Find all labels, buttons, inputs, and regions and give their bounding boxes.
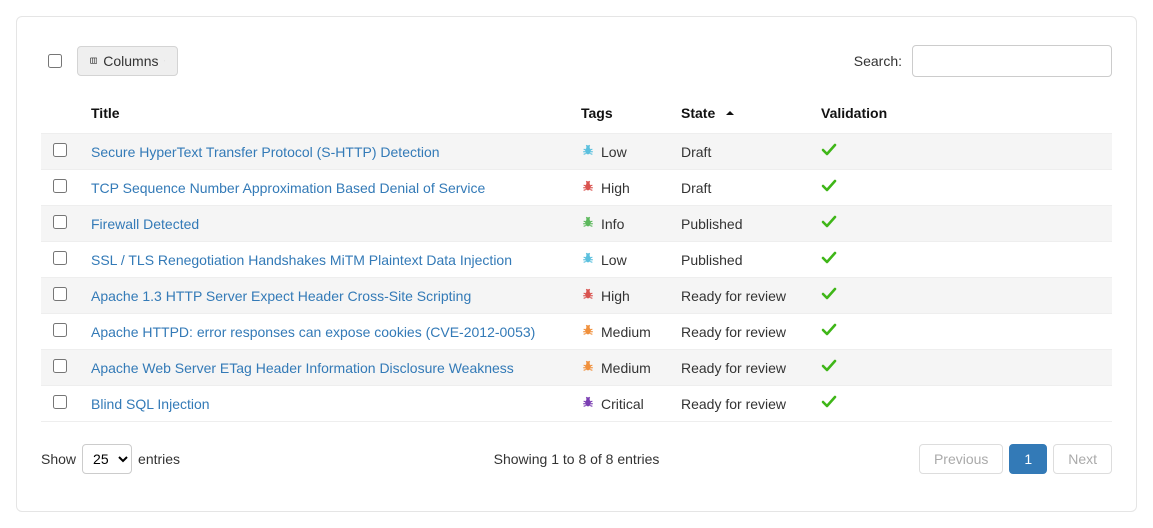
table-row: Apache 1.3 HTTP Server Expect Header Cro… — [41, 278, 1112, 314]
table-row: SSL / TLS Renegotiation Handshakes MiTM … — [41, 242, 1112, 278]
toolbar: Columns Search: — [41, 45, 1112, 77]
bug-icon — [581, 359, 595, 376]
check-icon — [821, 324, 837, 340]
state-cell: Draft — [669, 134, 809, 170]
severity-tag: Medium — [581, 323, 657, 340]
page-1-button[interactable]: 1 — [1009, 444, 1047, 474]
row-checkbox[interactable] — [53, 323, 67, 337]
severity-label: High — [601, 288, 630, 304]
check-icon — [821, 360, 837, 376]
page-size-select[interactable]: 25 — [82, 444, 132, 474]
severity-tag: Low — [581, 251, 657, 268]
table-row: Apache Web Server ETag Header Informatio… — [41, 350, 1112, 386]
search-label: Search: — [854, 53, 902, 69]
state-cell: Published — [669, 206, 809, 242]
severity-label: Medium — [601, 360, 651, 376]
pagination: Previous 1 Next — [919, 444, 1112, 474]
row-checkbox[interactable] — [53, 179, 67, 193]
table-row: Secure HyperText Transfer Protocol (S-HT… — [41, 134, 1112, 170]
issue-title-link[interactable]: Blind SQL Injection — [91, 396, 210, 412]
check-icon — [821, 180, 837, 196]
row-checkbox[interactable] — [53, 215, 67, 229]
severity-tag: High — [581, 287, 657, 304]
issue-title-link[interactable]: Apache 1.3 HTTP Server Expect Header Cro… — [91, 288, 471, 304]
bug-icon — [581, 287, 595, 304]
table-row: TCP Sequence Number Approximation Based … — [41, 170, 1112, 206]
select-all-checkbox[interactable] — [48, 54, 62, 68]
table-row: Firewall Detected Info Published — [41, 206, 1112, 242]
state-cell: Ready for review — [669, 386, 809, 422]
check-icon — [821, 396, 837, 412]
table-row: Blind SQL Injection Critical Ready for rev… — [41, 386, 1112, 422]
issue-title-link[interactable]: TCP Sequence Number Approximation Based … — [91, 180, 485, 196]
bug-icon — [581, 251, 595, 268]
search-input[interactable] — [912, 45, 1112, 77]
check-icon — [821, 216, 837, 232]
columns-icon — [90, 57, 97, 64]
issue-title-link[interactable]: Firewall Detected — [91, 216, 199, 232]
show-label-post: entries — [138, 451, 180, 467]
state-cell: Published — [669, 242, 809, 278]
severity-label: Critical — [601, 396, 644, 412]
show-label-pre: Show — [41, 451, 76, 467]
severity-tag: Low — [581, 143, 657, 160]
table-row: Apache HTTPD: error responses can expose… — [41, 314, 1112, 350]
col-tags[interactable]: Tags — [569, 95, 669, 134]
severity-label: Low — [601, 144, 627, 160]
columns-button[interactable]: Columns — [77, 46, 178, 76]
issue-title-link[interactable]: Secure HyperText Transfer Protocol (S-HT… — [91, 144, 440, 160]
col-validation[interactable]: Validation — [809, 95, 1112, 134]
table-footer: Show 25 entries Showing 1 to 8 of 8 entr… — [41, 444, 1112, 474]
state-cell: Ready for review — [669, 350, 809, 386]
row-checkbox[interactable] — [53, 251, 67, 265]
bug-icon — [581, 143, 595, 160]
col-state[interactable]: State — [669, 95, 809, 134]
severity-label: Low — [601, 252, 627, 268]
check-icon — [821, 288, 837, 304]
issue-title-link[interactable]: Apache Web Server ETag Header Informatio… — [91, 360, 514, 376]
prev-button[interactable]: Previous — [919, 444, 1003, 474]
sort-asc-icon — [725, 105, 735, 121]
entries-info: Showing 1 to 8 of 8 entries — [494, 451, 660, 467]
severity-tag: Medium — [581, 359, 657, 376]
row-checkbox[interactable] — [53, 143, 67, 157]
row-checkbox[interactable] — [53, 287, 67, 301]
severity-tag: Critical — [581, 395, 657, 412]
issues-panel: Columns Search: Title Tags State Validat… — [16, 16, 1137, 512]
severity-label: Medium — [601, 324, 651, 340]
bug-icon — [581, 323, 595, 340]
state-cell: Ready for review — [669, 278, 809, 314]
bug-icon — [581, 395, 595, 412]
state-cell: Draft — [669, 170, 809, 206]
check-icon — [821, 252, 837, 268]
severity-tag: Info — [581, 215, 657, 232]
row-checkbox[interactable] — [53, 395, 67, 409]
caret-down-icon — [164, 57, 165, 65]
issue-title-link[interactable]: SSL / TLS Renegotiation Handshakes MiTM … — [91, 252, 512, 268]
issue-title-link[interactable]: Apache HTTPD: error responses can expose… — [91, 324, 535, 340]
row-checkbox[interactable] — [53, 359, 67, 373]
col-title[interactable]: Title — [79, 95, 569, 134]
issues-table: Title Tags State Validation Secure Hyper… — [41, 95, 1112, 422]
bug-icon — [581, 215, 595, 232]
severity-tag: High — [581, 179, 657, 196]
severity-label: High — [601, 180, 630, 196]
check-icon — [821, 144, 837, 160]
next-button[interactable]: Next — [1053, 444, 1112, 474]
state-cell: Ready for review — [669, 314, 809, 350]
severity-label: Info — [601, 216, 624, 232]
columns-button-label: Columns — [103, 53, 158, 69]
bug-icon — [581, 179, 595, 196]
